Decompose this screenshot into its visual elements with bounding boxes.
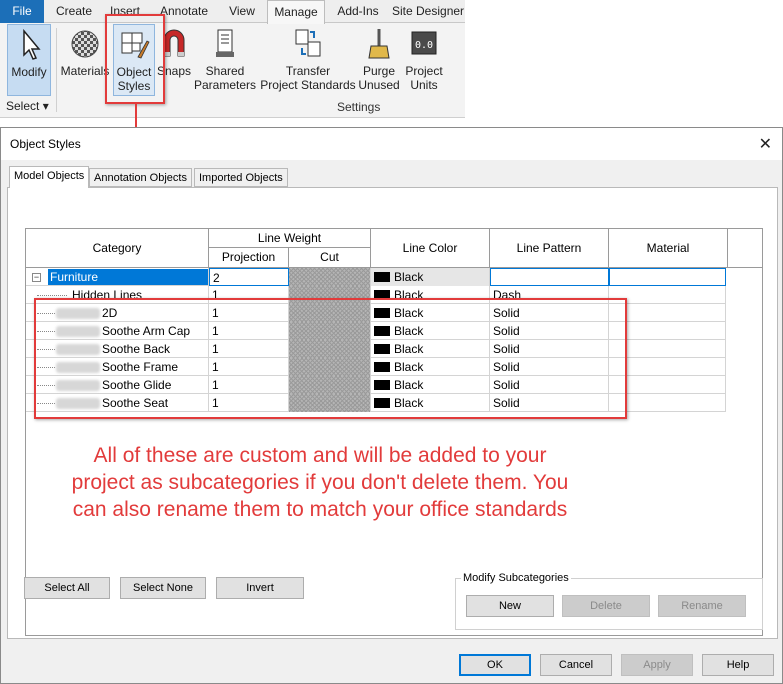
highlight-object-styles [105,14,165,104]
category-cell[interactable]: − Furniture [26,268,209,286]
transfer-project-standards-button[interactable]: Transfer Project Standards [259,24,357,96]
object-styles-grid: Category Line Weight Projection Cut Line… [25,228,763,636]
project-units-label-1: Project [405,64,443,78]
line-color-value: Black [394,270,424,284]
shared-parameters-button[interactable]: Shared Parameters [194,24,256,96]
tab-model-objects[interactable]: Model Objects [9,166,90,188]
header-line-color: Line Color [371,229,490,268]
cancel-button[interactable]: Cancel [540,654,612,676]
tab-add-ins[interactable]: Add-Ins [332,0,384,23]
svg-text:0.0: 0.0 [415,40,433,51]
ribbon: File Create Insert Annotate View Manage … [0,0,465,118]
tab-site-designer[interactable]: Site Designer [392,0,465,23]
rename-subcategory-button[interactable]: Rename [658,595,746,617]
delete-subcategory-button[interactable]: Delete [562,595,650,617]
header-projection: Projection [209,248,289,268]
settings-panel-label: Settings [337,100,381,114]
cursor-arrow-icon [13,27,45,63]
apply-button[interactable]: Apply [621,654,693,676]
line-pattern-cell[interactable] [490,268,609,286]
table-row[interactable]: − Furniture 2 Black [26,268,726,286]
modify-subcategories-label: Modify Subcategories [461,572,571,584]
select-none-button[interactable]: Select None [120,577,206,599]
materials-button[interactable]: Materials [59,24,111,96]
close-icon[interactable]: ✕ [759,134,772,154]
dialog-title: Object Styles [10,137,81,151]
select-all-button[interactable]: Select All [24,577,110,599]
transfer-label-1: Transfer [285,64,331,78]
annotation-text: All of these are custom and will be adde… [71,444,569,521]
tab-imported-objects[interactable]: Imported Objects [194,168,288,187]
tab-manage[interactable]: Manage [267,0,325,24]
select-dropdown[interactable]: Select ▾ [6,99,49,113]
new-subcategory-button[interactable]: New [466,595,554,617]
material-cell[interactable] [609,268,726,286]
purge-label-1: Purge [362,64,396,78]
invert-button[interactable]: Invert [216,577,304,599]
broom-icon [363,26,395,62]
project-units-label-2: Units [410,78,438,92]
tab-view[interactable]: View [222,0,262,23]
dialog-title-bar: Object Styles ✕ [1,128,782,160]
materials-sphere-icon [69,26,101,62]
header-filler [728,229,762,268]
projection-cell[interactable]: 2 [209,268,289,286]
tree-line [37,295,67,296]
highlight-custom-subcategories [34,298,627,419]
modify-button[interactable]: Modify [7,24,51,96]
project-units-button[interactable]: 0.0 Project Units [402,24,446,96]
header-line-pattern: Line Pattern [490,229,609,268]
category-name: Furniture [48,269,208,285]
tab-annotation-objects[interactable]: Annotation Objects [89,168,192,187]
collapse-icon[interactable]: − [32,273,41,282]
materials-label: Materials [60,64,110,78]
header-category: Category [26,229,209,268]
tab-create[interactable]: Create [50,0,98,23]
transfer-standards-icon [292,26,324,62]
header-line-weight: Line Weight [209,229,371,248]
transfer-label-2: Project Standards [260,78,356,92]
help-button[interactable]: Help [702,654,774,676]
modify-label: Modify [11,65,47,79]
shared-parameters-label-1: Shared [205,64,245,78]
select-label: Select [6,99,40,113]
shared-parameters-icon [209,26,241,62]
ok-button[interactable]: OK [459,654,531,676]
ribbon-separator [56,28,57,112]
header-material: Material [609,229,728,268]
shared-parameters-label-2: Parameters [194,78,257,92]
color-swatch [374,272,390,282]
tab-file[interactable]: File [0,0,44,23]
ribbon-tab-bar: File Create Insert Annotate View Manage … [0,0,465,24]
line-color-cell[interactable]: Black [371,268,490,286]
cut-cell [289,268,371,286]
purge-unused-button[interactable]: Purge Unused [358,24,400,96]
header-cut: Cut [289,248,371,268]
units-icon: 0.0 [408,26,440,62]
purge-label-2: Unused [358,78,400,92]
